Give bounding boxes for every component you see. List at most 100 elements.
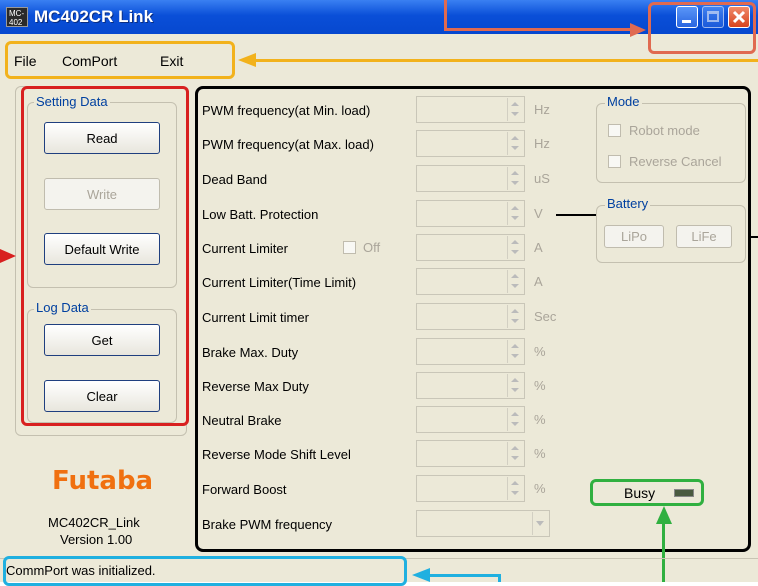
- life-button[interactable]: LiFe: [676, 225, 732, 248]
- spin-down-icon[interactable]: [511, 319, 519, 323]
- spin-up-icon[interactable]: [511, 274, 519, 278]
- param-unit: V: [534, 206, 543, 221]
- param-unit: %: [534, 412, 546, 427]
- spin-arrows[interactable]: [507, 305, 523, 328]
- spin-arrows[interactable]: [507, 374, 523, 397]
- param-label: Dead Band: [202, 172, 268, 187]
- spin-down-icon[interactable]: [511, 250, 519, 254]
- spin-down-icon[interactable]: [511, 284, 519, 288]
- param-label: Reverse Mode Shift Level: [202, 447, 351, 462]
- annotation-line-status-v: [498, 574, 501, 582]
- spin-up-icon[interactable]: [511, 206, 519, 210]
- annotation-tick-right: [750, 236, 758, 238]
- spin-down-icon[interactable]: [511, 112, 519, 116]
- spin-down-icon[interactable]: [511, 456, 519, 460]
- param-label: Forward Boost: [202, 482, 287, 497]
- annotation-arrow-menu: [238, 53, 256, 67]
- battery-label: Battery: [605, 196, 651, 211]
- spin-down-icon[interactable]: [511, 216, 519, 220]
- spin-arrows[interactable]: [507, 132, 523, 155]
- spin-down-icon[interactable]: [511, 146, 519, 150]
- spin-arrows[interactable]: [507, 270, 523, 293]
- param-label: Brake PWM frequency: [202, 517, 333, 532]
- current-limiter-checkbox[interactable]: [343, 241, 356, 254]
- spin-arrows[interactable]: [507, 442, 523, 465]
- spin-up-icon[interactable]: [511, 378, 519, 382]
- spin-down-icon[interactable]: [511, 181, 519, 185]
- param-unit: %: [534, 378, 546, 393]
- spin-arrows[interactable]: [507, 408, 523, 431]
- param-dropdown[interactable]: [416, 510, 550, 537]
- reverse-cancel-label: Reverse Cancel: [629, 154, 722, 169]
- param-spinbox[interactable]: [416, 475, 525, 502]
- spin-down-icon[interactable]: [511, 354, 519, 358]
- param-spinbox[interactable]: [416, 234, 525, 261]
- param-spinbox[interactable]: [416, 165, 525, 192]
- param-label: Current Limit timer: [202, 310, 309, 325]
- param-label: PWM frequency(at Min. load): [202, 103, 371, 118]
- spin-up-icon[interactable]: [511, 446, 519, 450]
- reverse-cancel-checkbox[interactable]: [608, 155, 621, 168]
- spin-arrows[interactable]: [507, 202, 523, 225]
- lipo-button[interactable]: LiPo: [604, 225, 664, 248]
- spin-arrows[interactable]: [507, 340, 523, 363]
- param-spinbox[interactable]: [416, 303, 525, 330]
- param-unit: %: [534, 481, 546, 496]
- spin-arrows[interactable]: [507, 167, 523, 190]
- param-unit: Sec: [534, 309, 557, 324]
- param-spinbox[interactable]: [416, 440, 525, 467]
- annotation-arrow-left-panel: [0, 249, 16, 263]
- param-unit: %: [534, 446, 546, 461]
- robot-mode-checkbox[interactable]: [608, 124, 621, 137]
- param-label: Current Limiter(Time Limit): [202, 275, 357, 290]
- annotation-line-battery: [556, 214, 596, 216]
- current-limiter-off-label: Off: [363, 240, 381, 255]
- annotation-line-menu: [252, 59, 758, 62]
- param-unit: A: [534, 240, 543, 255]
- param-spinbox[interactable]: [416, 130, 525, 157]
- spin-down-icon[interactable]: [511, 388, 519, 392]
- param-unit: uS: [534, 171, 550, 186]
- param-label: PWM frequency(at Max. load): [202, 137, 374, 152]
- spin-arrows[interactable]: [507, 98, 523, 121]
- annotation-box-titlebar: [648, 2, 756, 54]
- robot-mode-label: Robot mode: [629, 123, 700, 138]
- param-label: Low Batt. Protection: [202, 207, 319, 222]
- param-unit: Hz: [534, 102, 550, 117]
- window-title: MC402CR Link: [34, 7, 154, 26]
- param-unit: %: [534, 344, 546, 359]
- param-spinbox[interactable]: [416, 372, 525, 399]
- spin-arrows[interactable]: [507, 236, 523, 259]
- param-label: Reverse Max Duty: [202, 379, 309, 394]
- chevron-down-icon[interactable]: [532, 512, 548, 535]
- spin-up-icon[interactable]: [511, 412, 519, 416]
- spin-up-icon[interactable]: [511, 240, 519, 244]
- spin-down-icon[interactable]: [511, 422, 519, 426]
- param-spinbox[interactable]: [416, 96, 525, 123]
- param-label: Neutral Brake: [202, 413, 282, 428]
- annotation-line-titlebar: [444, 0, 447, 30]
- mode-group: [596, 103, 746, 183]
- annotation-arrow-titlebar: [630, 23, 646, 37]
- app-icon: MC-402: [6, 7, 28, 27]
- spin-up-icon[interactable]: [511, 102, 519, 106]
- param-spinbox[interactable]: [416, 338, 525, 365]
- spin-up-icon[interactable]: [511, 136, 519, 140]
- spin-arrows[interactable]: [507, 477, 523, 500]
- spin-up-icon[interactable]: [511, 171, 519, 175]
- spin-up-icon[interactable]: [511, 309, 519, 313]
- param-label: Current Limiter: [202, 241, 288, 256]
- spin-down-icon[interactable]: [511, 491, 519, 495]
- param-spinbox[interactable]: [416, 268, 525, 295]
- spin-up-icon[interactable]: [511, 344, 519, 348]
- futaba-logo: Futaba: [52, 466, 154, 496]
- spin-up-icon[interactable]: [511, 481, 519, 485]
- mode-label: Mode: [605, 94, 642, 109]
- param-spinbox[interactable]: [416, 406, 525, 433]
- param-label: Brake Max. Duty: [202, 345, 299, 360]
- param-spinbox[interactable]: [416, 200, 525, 227]
- annotation-line-titlebar-h: [444, 28, 634, 31]
- app-version: Version 1.00: [60, 532, 133, 547]
- annotation-box-left-panel: [21, 86, 189, 426]
- annotation-box-menu: [5, 41, 235, 79]
